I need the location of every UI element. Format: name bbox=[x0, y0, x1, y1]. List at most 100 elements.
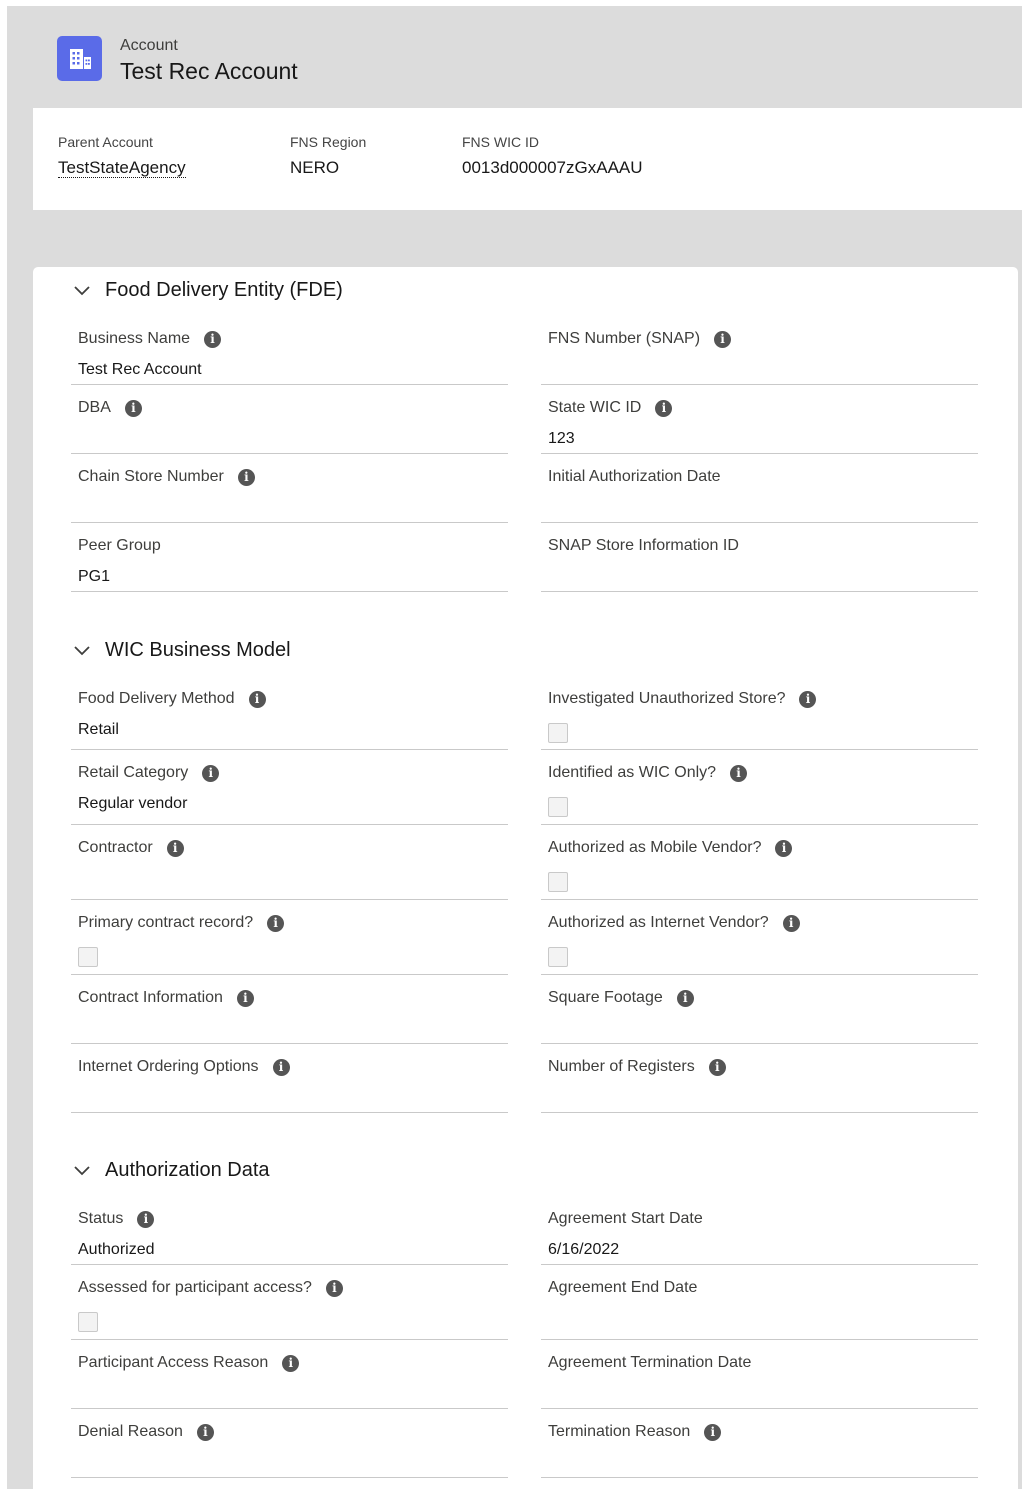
info-icon[interactable]: i bbox=[282, 1354, 300, 1372]
field-label-row: Internet Ordering Options i bbox=[78, 1058, 290, 1076]
detail-field: Business Name i Test Rec Account bbox=[71, 316, 508, 385]
info-icon[interactable]: i bbox=[267, 914, 285, 932]
info-icon[interactable]: i bbox=[202, 764, 220, 782]
chevron-down-icon bbox=[74, 1165, 90, 1175]
info-icon[interactable]: i bbox=[236, 989, 254, 1007]
field-label: Status bbox=[78, 1210, 124, 1227]
field-value: PG1 bbox=[78, 568, 111, 585]
section-title: Authorization Data bbox=[105, 1159, 270, 1181]
field-label-row: Contract Information i bbox=[78, 989, 254, 1007]
detail-field: Chain Store Number i bbox=[71, 454, 508, 523]
record-title: Test Rec Account bbox=[120, 58, 298, 84]
field-label-row: FNS Number (SNAP) i bbox=[548, 330, 732, 348]
field-label: Participant Access Reason bbox=[78, 1354, 269, 1371]
detail-field: SNAP Store Information ID bbox=[541, 523, 978, 592]
highlight-label: FNS Region bbox=[290, 134, 367, 150]
info-icon[interactable]: i bbox=[137, 1210, 155, 1228]
chevron-down-icon bbox=[74, 645, 90, 655]
info-icon[interactable]: i bbox=[730, 764, 748, 782]
field-label-row: SNAP Store Information ID bbox=[548, 537, 739, 555]
field-label-row: Authorized as Mobile Vendor? i bbox=[548, 839, 793, 857]
field-label: Chain Store Number bbox=[78, 468, 224, 485]
info-icon[interactable]: i bbox=[204, 330, 222, 348]
info-icon[interactable]: i bbox=[325, 1279, 343, 1297]
detail-field: Retail Category i Regular vendor bbox=[71, 750, 508, 825]
info-icon[interactable]: i bbox=[248, 690, 266, 708]
field-label: Agreement Start Date bbox=[548, 1210, 703, 1227]
field-label: Square Footage bbox=[548, 989, 663, 1006]
detail-field: Contractor i bbox=[71, 825, 508, 900]
field-label: Denial Reason bbox=[78, 1423, 183, 1440]
detail-field: Authorized as Mobile Vendor? i bbox=[541, 825, 978, 900]
field-label-row: Participant Access Reason i bbox=[78, 1354, 300, 1372]
highlight-label: Parent Account bbox=[58, 134, 153, 150]
field-value: Authorized bbox=[78, 1241, 155, 1258]
detail-field: Agreement Start Date 6/16/2022 bbox=[541, 1196, 978, 1265]
info-icon[interactable]: i bbox=[124, 399, 142, 417]
highlight-fns-region: FNS Region NERO bbox=[290, 134, 366, 178]
detail-field: FNS Number (SNAP) i bbox=[541, 316, 978, 385]
section-header[interactable]: Food Delivery Entity (FDE) bbox=[73, 279, 343, 302]
field-label-row: Primary contract record? i bbox=[78, 914, 285, 932]
section-title: WIC Business Model bbox=[105, 639, 291, 661]
field-label: Internet Ordering Options bbox=[78, 1058, 259, 1075]
section-header[interactable]: Authorization Data bbox=[73, 1159, 270, 1182]
info-icon[interactable]: i bbox=[272, 1058, 290, 1076]
field-label-row: Contractor i bbox=[78, 839, 184, 857]
field-label-row: Termination Reason i bbox=[548, 1423, 722, 1441]
record-detail-card: Food Delivery Entity (FDE) Business Name i… bbox=[33, 267, 1018, 1489]
field-label-row: Assessed for participant access? i bbox=[78, 1279, 343, 1297]
field-label: Contract Information bbox=[78, 989, 223, 1006]
field-label-row: Investigated Unauthorized Store? i bbox=[548, 690, 817, 708]
field-label: Peer Group bbox=[78, 537, 161, 554]
field-label-row: Peer Group bbox=[78, 537, 161, 555]
field-label-row: Status i bbox=[78, 1210, 155, 1228]
field-label-row: Agreement End Date bbox=[548, 1279, 697, 1297]
detail-field: Agreement End Date bbox=[541, 1265, 978, 1340]
field-label: Primary contract record? bbox=[78, 914, 254, 931]
field-label: Contractor bbox=[78, 839, 153, 856]
info-icon[interactable]: i bbox=[166, 839, 184, 857]
detail-field: Internet Ordering Options i bbox=[71, 1044, 508, 1113]
field-label-row: Agreement Termination Date bbox=[548, 1354, 751, 1372]
field-label: State WIC ID bbox=[548, 399, 642, 416]
field-label-row: Chain Store Number i bbox=[78, 468, 255, 486]
info-icon[interactable]: i bbox=[799, 690, 817, 708]
account-building-icon bbox=[57, 36, 102, 81]
detail-field: Agreement Termination Date bbox=[541, 1340, 978, 1409]
info-icon[interactable]: i bbox=[676, 989, 694, 1007]
info-icon[interactable]: i bbox=[655, 399, 673, 417]
info-icon[interactable]: i bbox=[237, 468, 255, 486]
detail-field: Initial Authorization Date bbox=[541, 454, 978, 523]
checkbox bbox=[548, 723, 568, 743]
info-icon[interactable]: i bbox=[708, 1058, 726, 1076]
field-label: Retail Category bbox=[78, 764, 189, 781]
field-value: 123 bbox=[548, 430, 575, 447]
highlight-value: NERO bbox=[290, 158, 340, 177]
field-label: Food Delivery Method bbox=[78, 690, 235, 707]
detail-field: Denial Reason i bbox=[71, 1409, 508, 1478]
highlight-fns-wic-id: FNS WIC ID 0013d000007zGxAAAU bbox=[462, 134, 643, 178]
info-icon[interactable]: i bbox=[704, 1423, 722, 1441]
field-value: 6/16/2022 bbox=[548, 1241, 620, 1258]
info-icon[interactable]: i bbox=[714, 330, 732, 348]
field-label: FNS Number (SNAP) bbox=[548, 330, 701, 347]
info-icon[interactable]: i bbox=[782, 914, 800, 932]
highlight-value: 0013d000007zGxAAAU bbox=[462, 158, 643, 177]
detail-field: Authorized as Internet Vendor? i bbox=[541, 900, 978, 975]
section-header[interactable]: WIC Business Model bbox=[73, 639, 291, 662]
field-label-row: Denial Reason i bbox=[78, 1423, 214, 1441]
info-icon[interactable]: i bbox=[196, 1423, 214, 1441]
section-title: Food Delivery Entity (FDE) bbox=[105, 279, 343, 301]
field-label: Agreement End Date bbox=[548, 1279, 698, 1296]
field-label: Assessed for participant access? bbox=[78, 1279, 312, 1296]
info-icon[interactable]: i bbox=[775, 839, 793, 857]
parent-account-link[interactable]: TestStateAgency bbox=[58, 158, 186, 178]
detail-field: Investigated Unauthorized Store? i bbox=[541, 676, 978, 750]
field-label: Termination Reason bbox=[548, 1423, 691, 1440]
detail-field: Number of Registers i bbox=[541, 1044, 978, 1113]
field-value: Retail bbox=[78, 721, 119, 738]
field-label: Authorized as Internet Vendor? bbox=[548, 914, 769, 931]
field-label: DBA bbox=[78, 399, 111, 416]
object-type-label: Account bbox=[120, 37, 178, 54]
